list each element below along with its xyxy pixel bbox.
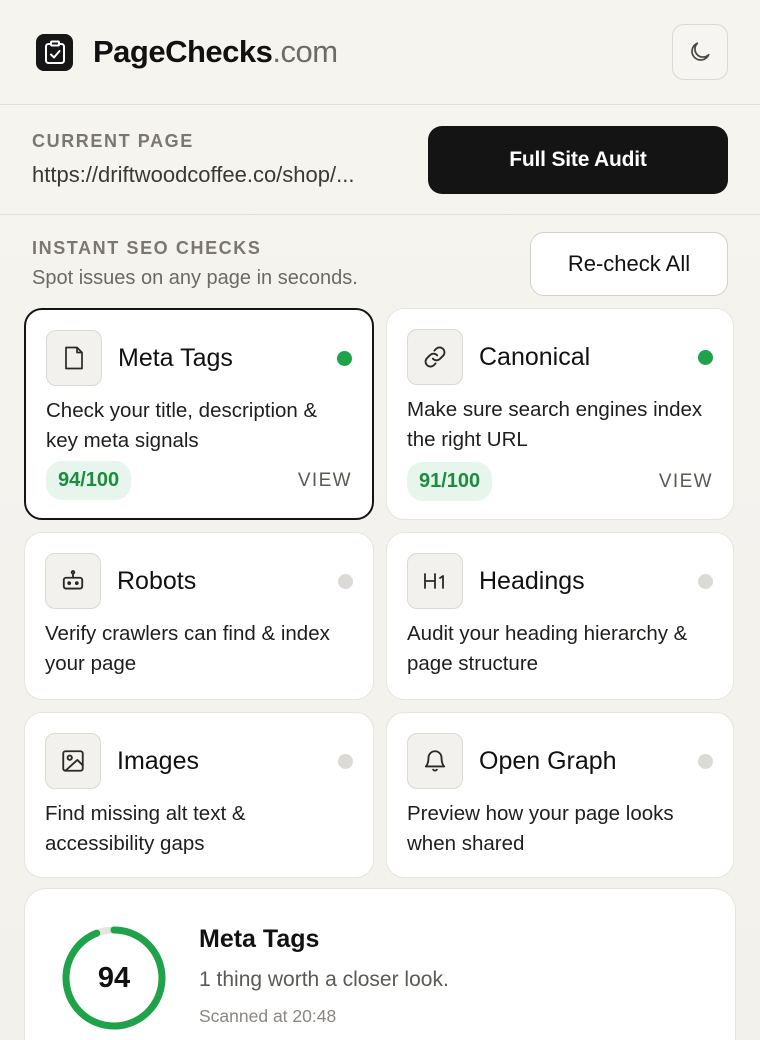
card-title: Canonical: [479, 342, 591, 371]
current-page-info: CURRENT PAGE https://driftwoodcoffee.co/…: [32, 131, 428, 188]
check-card-meta-tags[interactable]: Meta Tags Check your title, description …: [24, 308, 374, 520]
card-description: Make sure search engines index the right…: [407, 398, 703, 451]
card-header: Robots: [45, 553, 353, 609]
status-dot: [338, 754, 353, 769]
seo-checks-header: INSTANT SEO CHECKS Spot issues on any pa…: [0, 232, 760, 296]
summary-message: 1 thing worth a closer look.: [199, 968, 449, 991]
status-dot: [338, 574, 353, 589]
card-footer: 91/100 VIEW: [407, 462, 713, 501]
full-site-audit-button[interactable]: Full Site Audit: [428, 125, 728, 194]
status-dot: [337, 351, 352, 366]
link-icon: [407, 329, 463, 385]
card-header: Canonical: [407, 329, 713, 385]
current-page-label: CURRENT PAGE: [32, 131, 194, 151]
section-title: INSTANT SEO CHECKS: [32, 238, 262, 258]
card-title: Images: [117, 746, 199, 775]
score-value: 94: [97, 961, 131, 994]
card-footer: 94/100 VIEW: [46, 461, 352, 500]
card-description: Verify crawlers can find & index your pa…: [45, 622, 330, 675]
scan-timestamp: Scanned at 20:48: [199, 1006, 337, 1026]
brand-logo[interactable]: PageChecks.com: [93, 34, 338, 70]
bell-icon: [407, 733, 463, 789]
checks-grid: Meta Tags Check your title, description …: [24, 308, 736, 878]
summary-text: Meta Tags 1 thing worth a closer look. S…: [199, 925, 449, 1027]
card-title: Open Graph: [479, 746, 617, 775]
card-header: Images: [45, 733, 353, 789]
card-description: Preview how your page looks when shared: [407, 802, 674, 855]
section-text: INSTANT SEO CHECKS Spot issues on any pa…: [32, 238, 530, 290]
theme-toggle-button[interactable]: [672, 24, 728, 80]
card-description: Audit your heading hierarchy & page stru…: [407, 622, 688, 675]
brand-name: PageChecks: [93, 34, 273, 69]
check-card-headings[interactable]: Headings Audit your heading hierarchy & …: [386, 532, 734, 700]
robot-icon: [45, 553, 101, 609]
section-subtitle: Spot issues on any page in seconds.: [32, 267, 358, 289]
score-badge: 91/100: [407, 462, 493, 501]
summary-card: 94 Meta Tags 1 thing worth a closer look…: [24, 888, 736, 1040]
card-title: Headings: [479, 566, 585, 595]
header: PageChecks.com: [0, 0, 760, 105]
heading-h1-icon: [407, 553, 463, 609]
check-card-images[interactable]: Images Find missing alt text & accessibi…: [24, 712, 374, 878]
check-card-robots[interactable]: Robots Verify crawlers can find & index …: [24, 532, 374, 700]
summary-title: Meta Tags: [199, 925, 320, 953]
card-title: Meta Tags: [118, 343, 233, 372]
score-badge: 94/100: [46, 461, 132, 500]
file-icon: [46, 330, 102, 386]
status-dot: [698, 754, 713, 769]
current-page-url: https://driftwoodcoffee.co/shop/...: [32, 162, 355, 187]
check-card-open-graph[interactable]: Open Graph Preview how your page looks w…: [386, 712, 734, 878]
card-description: Check your title, description & key meta…: [46, 399, 318, 452]
card-header: Headings: [407, 553, 713, 609]
view-link[interactable]: VIEW: [659, 471, 713, 493]
recheck-all-button[interactable]: Re-check All: [530, 232, 728, 296]
clipboard-check-icon: [36, 33, 73, 71]
card-description: Find missing alt text & accessibility ga…: [45, 802, 246, 855]
view-link[interactable]: VIEW: [298, 470, 352, 492]
check-card-canonical[interactable]: Canonical Make sure search engines index…: [386, 308, 734, 520]
brand-tld: .com: [272, 34, 338, 69]
status-dot: [698, 350, 713, 365]
current-page-bar: CURRENT PAGE https://driftwoodcoffee.co/…: [0, 105, 760, 215]
card-header: Meta Tags: [46, 330, 352, 386]
moon-icon: [691, 42, 710, 61]
card-title: Robots: [117, 566, 197, 595]
card-header: Open Graph: [407, 733, 713, 789]
status-dot: [698, 574, 713, 589]
image-icon: [45, 733, 101, 789]
app-window: PageChecks.com CURRENT PAGE https://drif…: [0, 0, 760, 1040]
